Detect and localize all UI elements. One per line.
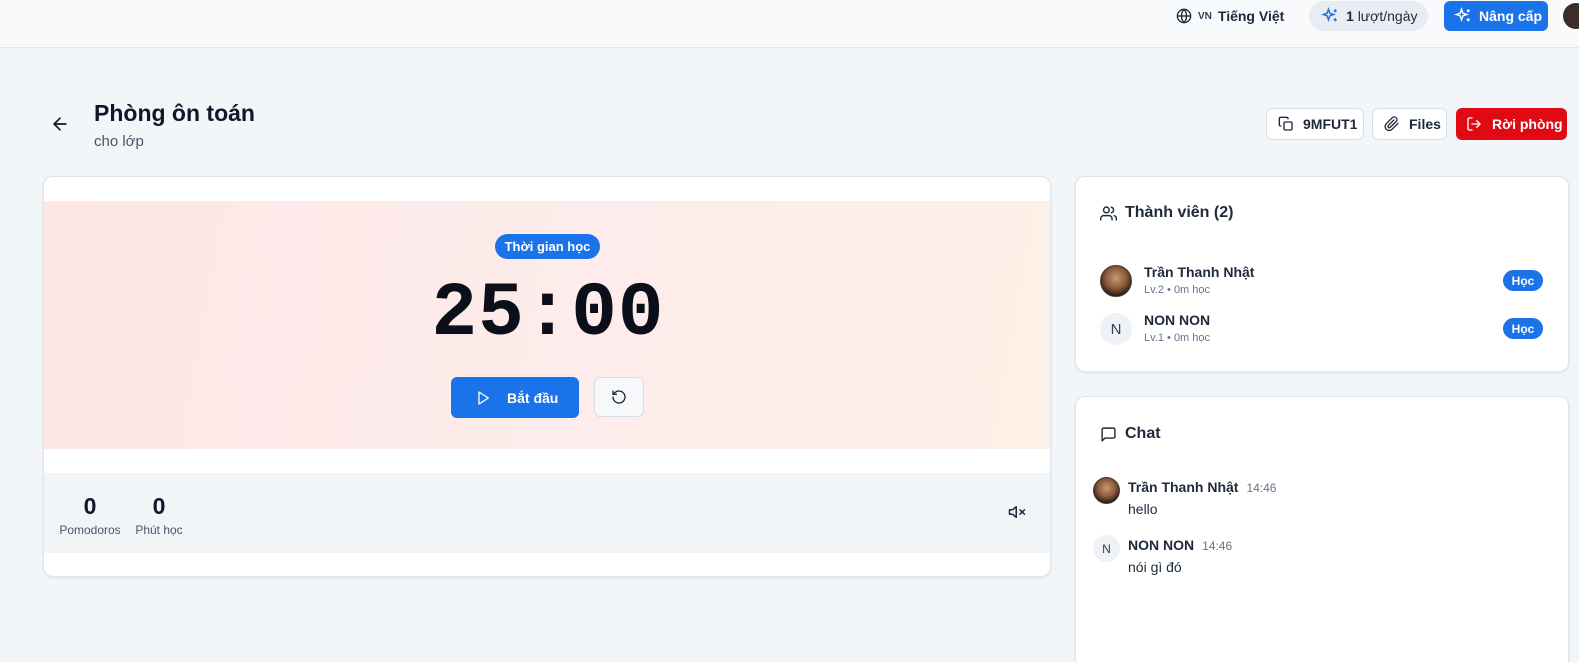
message-sender-name: NON NON — [1128, 537, 1195, 553]
room-subtitle: cho lớp — [94, 133, 144, 150]
chat-message: N NON NON 14:46 nói gì đó — [1093, 535, 1543, 579]
message-avatar — [1093, 477, 1120, 504]
chat-message: Trần Thanh Nhật 14:46 hello — [1093, 477, 1543, 521]
reset-button[interactable] — [594, 377, 644, 417]
message-sender: NON NON 14:46 — [1128, 537, 1232, 553]
member-item[interactable]: N NON NON Lv.1 • 0m học Học — [1100, 311, 1544, 347]
volume-mute-icon[interactable] — [1008, 503, 1026, 521]
sparkles-icon — [1321, 7, 1337, 23]
upgrade-button[interactable]: Nâng cấp — [1444, 1, 1548, 31]
language-code: VN — [1198, 10, 1212, 22]
member-meta: Lv.1 • 0m học — [1144, 332, 1211, 344]
room-title: Phòng ôn toán — [94, 100, 255, 126]
chat-header: Chat — [1100, 425, 1161, 443]
rotate-ccw-icon — [612, 390, 626, 404]
language-name: Tiếng Việt — [1217, 8, 1285, 24]
room-code: 9MFUT1 — [1303, 116, 1358, 132]
members-header: Thành viên (2) — [1100, 204, 1233, 222]
member-status-badge: Học — [1503, 270, 1543, 291]
members-card: Thành viên (2) Trần Thanh Nhật Lv.2 • 0m… — [1075, 176, 1569, 372]
member-name: NON NON — [1144, 312, 1211, 328]
start-button[interactable]: Bắt đầu — [451, 377, 579, 418]
stats-bar: 0 Pomodoros 0 Phút học — [44, 473, 1050, 553]
sparkles-icon — [1454, 7, 1470, 23]
message-sender: Trần Thanh Nhật 14:46 — [1128, 479, 1276, 495]
message-text: hello — [1128, 501, 1158, 517]
quota-count: 1 — [1346, 8, 1354, 24]
files-button[interactable]: Files — [1372, 108, 1447, 140]
quota-unit: lượt/ngày — [1357, 8, 1418, 24]
study-minutes-count: 0 — [152, 493, 166, 519]
copy-icon — [1278, 116, 1293, 131]
paperclip-icon — [1384, 116, 1399, 132]
daily-quota-badge[interactable]: 1 lượt/ngày — [1309, 1, 1428, 31]
study-minutes-stat: 0 Phút học — [132, 493, 186, 537]
top-bar: VN Tiếng Việt 1 lượt/ngày Nâng cấp — [0, 0, 1579, 48]
message-sender-name: Trần Thanh Nhật — [1128, 479, 1239, 495]
message-avatar: N — [1093, 535, 1120, 562]
start-label: Bắt đầu — [507, 389, 559, 406]
play-icon — [478, 390, 489, 405]
message-time: 14:46 — [1246, 481, 1277, 495]
member-meta: Lv.2 • 0m học — [1144, 284, 1211, 296]
member-item[interactable]: Trần Thanh Nhật Lv.2 • 0m học Học — [1100, 263, 1544, 299]
chat-title: Chat — [1125, 425, 1161, 442]
language-selector[interactable]: VN Tiếng Việt — [1176, 7, 1284, 25]
member-avatar: N — [1100, 313, 1132, 345]
message-time: 14:46 — [1202, 539, 1233, 553]
pomodoros-label: Pomodoros — [59, 523, 121, 537]
user-avatar[interactable] — [1563, 3, 1579, 29]
back-arrow-icon[interactable] — [50, 114, 70, 134]
copy-room-code-button[interactable]: 9MFUT1 — [1266, 108, 1364, 140]
chat-card: Chat Trần Thanh Nhật 14:46 hello N NON NO… — [1075, 396, 1569, 662]
member-name: Trần Thanh Nhật — [1144, 264, 1255, 280]
study-minutes-label: Phút học — [135, 523, 183, 537]
users-icon — [1100, 205, 1117, 221]
phase-badge: Thời gian học — [495, 234, 600, 259]
timer-display: 25:00 — [431, 271, 665, 357]
files-label: Files — [1409, 116, 1441, 132]
pomodoros-count: 0 — [83, 493, 97, 519]
globe-icon — [1176, 8, 1192, 24]
members-title: Thành viên (2) — [1125, 204, 1234, 221]
pomodoros-stat: 0 Pomodoros — [58, 493, 122, 537]
pomodoro-card: Thời gian học 25:00 Bắt đầu 0 Pomodoros … — [43, 176, 1051, 577]
member-status-badge: Học — [1503, 318, 1543, 339]
leave-label: Rời phòng — [1492, 116, 1563, 132]
member-avatar — [1100, 265, 1132, 297]
log-out-icon — [1467, 117, 1481, 131]
upgrade-label: Nâng cấp — [1479, 8, 1543, 24]
message-square-icon — [1101, 426, 1116, 442]
timer-area: Thời gian học 25:00 Bắt đầu — [44, 201, 1050, 449]
leave-room-button[interactable]: Rời phòng — [1456, 108, 1567, 140]
message-text: nói gì đó — [1128, 559, 1182, 575]
